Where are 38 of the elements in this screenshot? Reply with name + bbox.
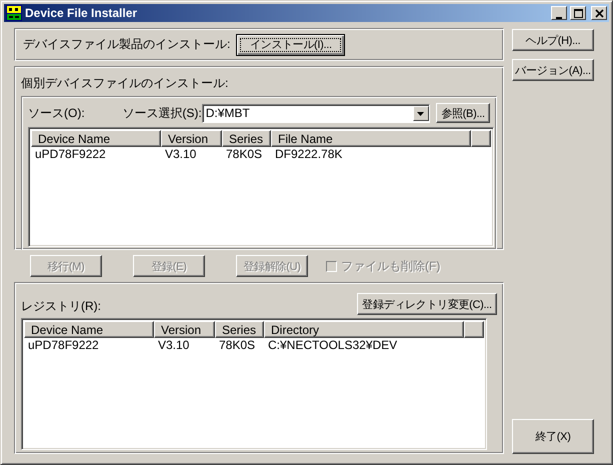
list-view[interactable]: Device Name Version Series File Name uPD78F9222 V3.10 78K0S DF9222.78K — [28, 127, 494, 247]
table-cell-text: DF9222.78K — [274, 147, 344, 161]
section-title: 個別デバイスファイルのインストール: — [21, 76, 228, 90]
column-header[interactable]: File Name — [271, 130, 471, 147]
table-cell-text: V3.10 — [164, 147, 198, 161]
table-cell-text: 78K0S — [218, 338, 256, 352]
table-cell-text: C:¥NECTOOLS32¥DEV — [267, 338, 398, 352]
registry-label: レジストリ(R): — [21, 298, 101, 315]
side-button[interactable]: バージョン(A)... — [512, 59, 594, 81]
column-header[interactable]: Device Name — [24, 321, 154, 338]
product-install-label: デバイスファイル製品のインストール: — [23, 36, 230, 53]
side-button[interactable]: ヘルプ(H)... — [512, 29, 594, 51]
column-header-filler — [464, 321, 484, 338]
source-label: ソース(O): — [28, 104, 86, 122]
column-header[interactable]: Version — [161, 130, 222, 147]
checkbox-label: ファイルも削除(F) — [341, 258, 440, 274]
column-header[interactable]: Version — [154, 321, 215, 338]
column-header[interactable]: Directory — [264, 321, 464, 338]
table-cell-text: uPD78F9222 — [34, 147, 107, 161]
minimize-button[interactable] — [551, 6, 567, 20]
source-dropdown[interactable]: D:¥MBT — [202, 104, 430, 122]
browse-button[interactable]: 参照(B)... — [436, 103, 490, 123]
column-header[interactable]: Device Name — [31, 130, 161, 147]
source-select-label: ソース選択(S): — [122, 104, 202, 122]
app-icon — [6, 5, 22, 21]
window-title: Device File Installer — [25, 6, 138, 20]
column-header[interactable]: Series — [222, 130, 271, 147]
change-directory-button[interactable]: 登録ディレクトリ変更(C)... — [357, 293, 497, 315]
table-cell-text: V3.10 — [157, 338, 190, 352]
column-header-filler — [471, 130, 491, 147]
close-button[interactable] — [591, 6, 607, 20]
table-cell-text: uPD78F9222 — [27, 338, 100, 352]
list-view[interactable]: Device Name Version Series Directory uPD78F9222 V3.10 78K0S C:¥NECTOOLS32¥DEV — [21, 318, 487, 450]
exit-button[interactable]: 終了(X) — [512, 419, 594, 454]
table-cell-text: 78K0S — [225, 147, 264, 161]
maximize-button[interactable] — [570, 6, 586, 20]
column-header[interactable]: Series — [215, 321, 264, 338]
install-button[interactable]: インストール(I)... — [236, 34, 346, 56]
